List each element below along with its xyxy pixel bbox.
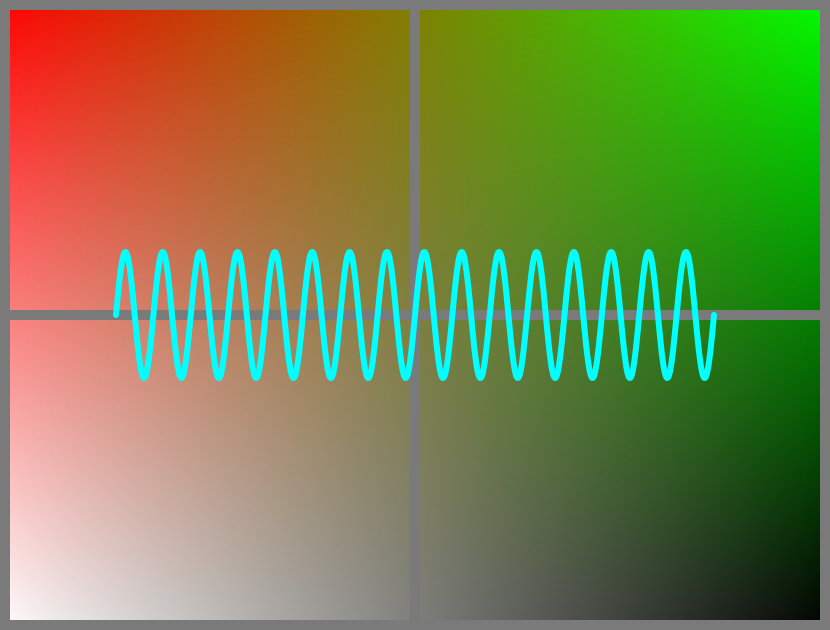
gradient-artwork bbox=[0, 0, 830, 630]
canvas bbox=[0, 0, 830, 630]
